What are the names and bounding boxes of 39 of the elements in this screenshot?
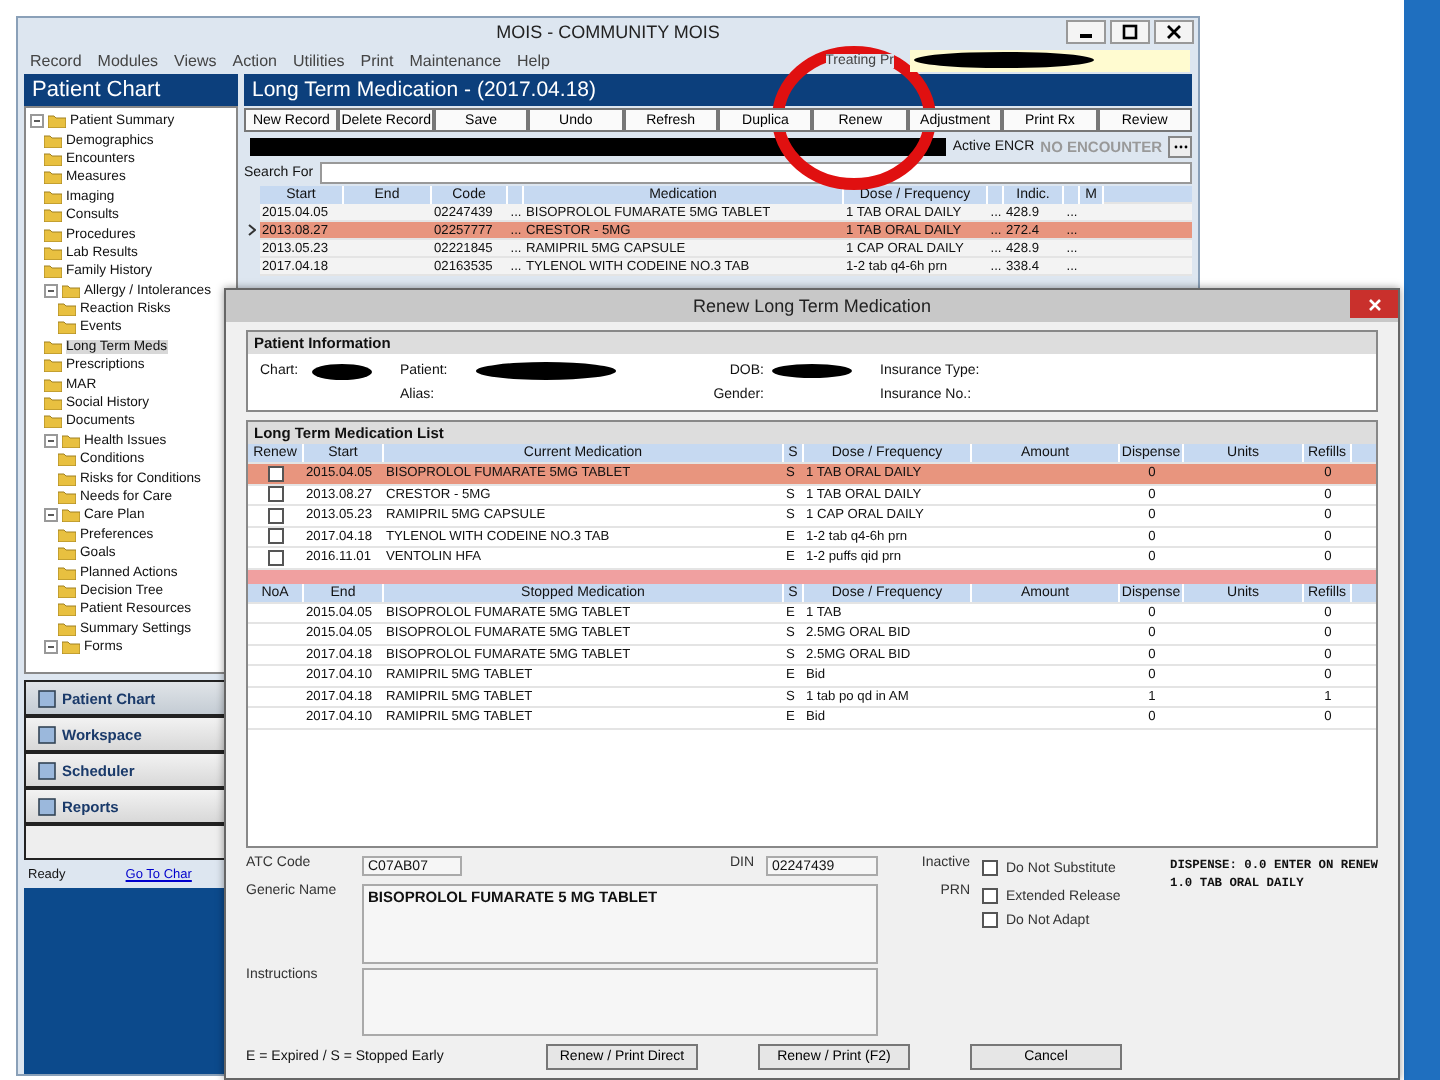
option-checkbox[interactable] — [982, 912, 998, 928]
menu-item[interactable]: Help — [517, 51, 550, 69]
renew-checkbox[interactable] — [268, 486, 284, 503]
option-checkbox[interactable] — [982, 860, 998, 876]
row-pointer-icon — [248, 224, 256, 236]
renew-checkbox[interactable] — [268, 549, 284, 566]
renew-checkbox[interactable] — [268, 465, 284, 482]
collapse-icon[interactable] — [30, 114, 44, 129]
collapse-icon[interactable] — [44, 640, 58, 655]
close-icon — [1367, 297, 1381, 311]
collapse-icon[interactable] — [44, 283, 58, 298]
menu-item[interactable]: Utilities — [292, 51, 345, 69]
menu-item[interactable]: Record — [30, 51, 82, 69]
collapse-icon[interactable] — [44, 433, 58, 448]
search-field[interactable] — [319, 161, 1192, 183]
pane-title: Patient Chart — [24, 74, 238, 106]
menu-item[interactable]: Action — [232, 51, 277, 69]
redaction-mark — [312, 363, 372, 380]
more-icon — [1173, 143, 1187, 149]
collapse-icon[interactable] — [44, 508, 58, 523]
maximize-icon — [1122, 24, 1138, 40]
renew-checkbox[interactable] — [268, 528, 284, 545]
redaction-mark — [772, 364, 852, 379]
renew-checkbox[interactable] — [268, 507, 284, 524]
more-button[interactable] — [1168, 135, 1192, 157]
close-icon — [1166, 24, 1182, 40]
menu-item[interactable]: Modules — [97, 51, 159, 69]
minimize-button[interactable] — [1066, 20, 1106, 44]
dialog-title: Renew Long Term Medication — [693, 296, 931, 316]
menu-item[interactable]: Print — [360, 51, 394, 69]
menu-item[interactable]: Views — [174, 51, 217, 69]
section-title: Long Term Medication - (2017.04.18) — [244, 74, 1192, 106]
window-title: MOIS - COMMUNITY MOIS — [496, 22, 720, 42]
close-button[interactable] — [1154, 20, 1194, 44]
option-checkbox[interactable] — [982, 888, 998, 904]
instructions-field[interactable] — [362, 968, 878, 1036]
maximize-button[interactable] — [1110, 20, 1150, 44]
menu-item[interactable]: Maintenance — [409, 51, 502, 69]
provider-field[interactable] — [910, 49, 1190, 71]
